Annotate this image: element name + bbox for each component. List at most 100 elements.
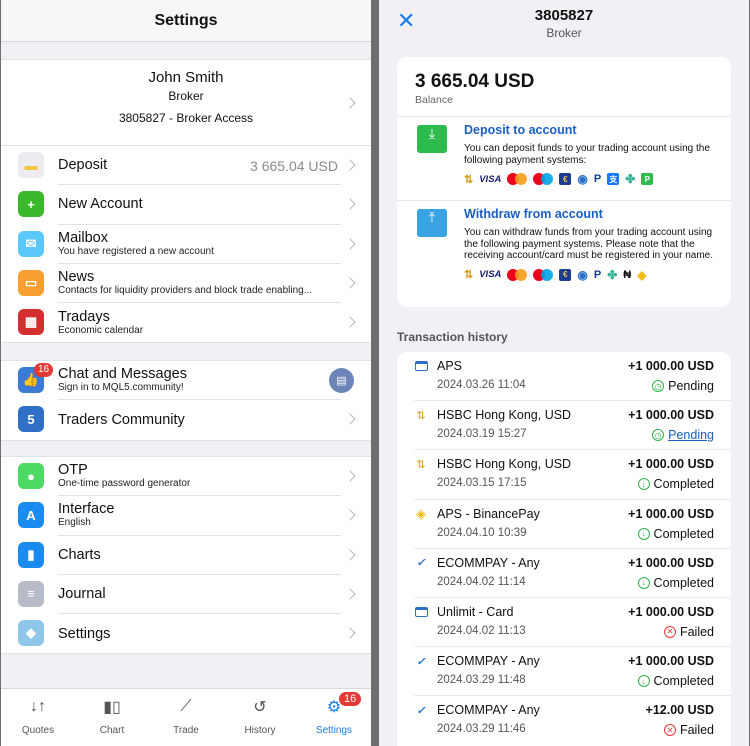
nav-bar: Settings: [1, 0, 371, 42]
binance-icon: ◈: [416, 505, 426, 521]
status-label: Failed: [679, 624, 714, 639]
transaction-date: 2024.03.15 17:15: [437, 477, 527, 490]
tab-quotes[interactable]: ↓↑ Quotes: [1, 689, 75, 746]
menu-item-value: 3 665.04 USD: [250, 158, 338, 174]
chevron-right-icon: [344, 198, 356, 210]
transaction-status: ↓ Completed: [637, 527, 714, 541]
tab-chart[interactable]: ▮▯ Chart: [75, 689, 149, 746]
transaction-amount: +1 000.00 USD: [628, 555, 714, 570]
page-title: Settings: [154, 11, 218, 29]
completed-icon: ↓: [637, 527, 650, 540]
tab-bar: ↓↑ Quotes ▮▯ Chart ⟋ Trade ↺ History ⚙ Setti…: [1, 688, 371, 746]
withdraw-icon: ⤒: [417, 209, 447, 237]
webmoney-icon: ◉: [577, 267, 588, 282]
document-icon[interactable]: ▤: [329, 368, 354, 393]
p-pay-icon: P: [641, 173, 654, 186]
menu-item-settings[interactable]: ◆ Settings: [1, 614, 371, 653]
transaction-date: 2024.03.19 15:27: [437, 428, 527, 441]
menu-item-interface[interactable]: A Interface English: [1, 496, 371, 536]
settings-screen: Settings John Smith Broker 3805827 - Bro…: [1, 0, 371, 746]
transaction-date: 2024.04.02 11:13: [437, 624, 526, 637]
quotes-icon: ↓↑: [30, 698, 46, 715]
menu-item-charts[interactable]: ▮ Charts: [1, 536, 371, 575]
transaction-date: 2024.04.02 11:14: [437, 575, 526, 588]
notification-badge: 16: [34, 363, 54, 377]
transaction-method: ECOMMPAY - Any: [437, 654, 540, 669]
chevron-right-icon: [344, 588, 356, 600]
ecommpay-icon: ✓: [416, 704, 426, 717]
chart-icon: ▮▯: [103, 699, 121, 716]
menu-item-deposit[interactable]: ▬ Deposit 3 665.04 USD: [1, 146, 371, 186]
menu-item-label: New Account: [58, 196, 143, 213]
chevron-right-icon: [344, 470, 356, 482]
tab-trade[interactable]: ⟋ Trade: [149, 689, 223, 746]
menu-item-label: Settings: [58, 625, 111, 642]
menu-item-subtitle: Economic calendar: [58, 324, 144, 336]
tab-history[interactable]: ↺ History: [223, 689, 297, 746]
deposit-description: You can deposit funds to your trading ac…: [464, 143, 710, 166]
language-icon: A: [18, 502, 44, 529]
mastercard-icon: [507, 173, 528, 186]
transaction-row[interactable]: ◈ APS - BinancePay 2024.04.10 10:39 +1 0…: [414, 500, 731, 549]
euro-bank-icon: €: [559, 268, 572, 281]
tab-label: Settings: [315, 725, 353, 736]
transaction-amount: +1 000.00 USD: [628, 604, 714, 619]
transaction-status: ↓ Completed: [637, 576, 714, 590]
account-header: ✕ 3805827 Broker: [379, 0, 749, 50]
menu-item-otp[interactable]: ● OTP One-time password generator: [1, 457, 371, 497]
withdraw-payment-methods: ⇅ VISA € ◉ P ✤ ₦ ◈: [464, 268, 719, 282]
transaction-row[interactable]: ⇅ HSBC Hong Kong, USD 2024.03.19 15:27 +…: [414, 401, 731, 451]
status-label[interactable]: Pending: [668, 428, 714, 442]
alipay-icon: 支: [607, 173, 620, 185]
withdraw-section[interactable]: ⤒ Withdraw from account You can withdraw…: [397, 201, 731, 282]
menu-item-label: OTP: [58, 462, 88, 479]
add-user-icon: +: [18, 191, 44, 218]
chevron-right-icon: [344, 413, 356, 425]
menu-item-tradays[interactable]: ▦ Tradays Economic calendar: [1, 303, 371, 342]
deposit-section[interactable]: ⤓ Deposit to account You can deposit fun…: [397, 117, 731, 201]
failed-icon: ✕: [663, 724, 676, 737]
transaction-status: ✕ Failed: [663, 723, 714, 737]
transaction-status[interactable]: ◷ Pending: [652, 428, 714, 442]
menu-item-new-account[interactable]: + New Account: [1, 185, 371, 225]
transaction-list: APS 2024.03.26 11:04 +1 000.00 USD ◷ Pen…: [397, 352, 731, 746]
failed-icon: ✕: [663, 625, 676, 638]
paypal-icon: P: [593, 173, 602, 185]
user-name: John Smith: [148, 69, 224, 86]
deposit-payment-methods: ⇅ VISA € ◉ P 支 ✤ P: [464, 172, 719, 186]
bank-transfer-icon: ⇅: [416, 458, 426, 471]
transaction-amount: +1 000.00 USD: [628, 359, 714, 373]
transaction-row[interactable]: ⇅ HSBC Hong Kong, USD 2024.03.15 17:15 +…: [414, 450, 731, 500]
transaction-row[interactable]: APS 2024.03.26 11:04 +1 000.00 USD ◷ Pen…: [414, 352, 731, 402]
clock-icon: ◷: [652, 429, 665, 442]
account-profile[interactable]: John Smith Broker 3805827 - Broker Acces…: [1, 59, 371, 145]
transaction-method: HSBC Hong Kong, USD: [437, 408, 572, 423]
transaction-date: 2024.03.29 11:46: [437, 723, 526, 736]
transaction-row[interactable]: ✓ ECOMMPAY - Any 2024.03.29 11:48 +1 000…: [414, 647, 731, 697]
transaction-method: Unlimit - Card: [437, 604, 514, 619]
transaction-row[interactable]: ✓ ECOMMPAY - Any 2024.03.29 11:46 +12.00…: [414, 696, 731, 745]
transaction-row[interactable]: ✓ ECOMMPAY - Any 2024.04.02 11:14 +1 000…: [414, 549, 731, 598]
naira-icon: ₦: [623, 268, 632, 281]
withdraw-title[interactable]: Withdraw from account: [464, 207, 719, 221]
calendar-icon: ▦: [18, 309, 44, 336]
chevron-right-icon: [344, 627, 356, 639]
mail-icon: ✉: [18, 230, 44, 257]
transaction-method: ECOMMPAY - Any: [437, 703, 540, 718]
close-icon[interactable]: ✕: [397, 10, 415, 32]
menu-item-mailbox[interactable]: ✉ Mailbox You have registered a new accoun…: [1, 225, 371, 264]
trade-icon: ⟋: [180, 698, 192, 715]
menu-item-journal[interactable]: ≡ Journal: [1, 575, 371, 615]
tab-settings[interactable]: ⚙ Settings 16: [297, 689, 371, 746]
crypto-pay-icon: ✤: [625, 172, 636, 186]
chevron-right-icon: [344, 237, 356, 250]
menu-item-chat-and-messages[interactable]: 👍 16 Chat and Messages Sign in to MQL5.comm…: [1, 361, 371, 401]
deposit-title[interactable]: Deposit to account: [464, 123, 719, 137]
card-icon: [414, 360, 428, 372]
menu-item-traders-community[interactable]: 5 Traders Community: [1, 400, 371, 439]
maestro-icon: [533, 173, 554, 186]
transaction-row[interactable]: Unlimit - Card 2024.04.02 11:13 +1 000.0…: [414, 598, 731, 648]
menu-item-news[interactable]: ▭ News Contacts for liquidity providers an…: [1, 264, 371, 304]
menu-item-label: Chat and Messages: [58, 366, 187, 383]
chevron-right-icon: [344, 159, 356, 171]
